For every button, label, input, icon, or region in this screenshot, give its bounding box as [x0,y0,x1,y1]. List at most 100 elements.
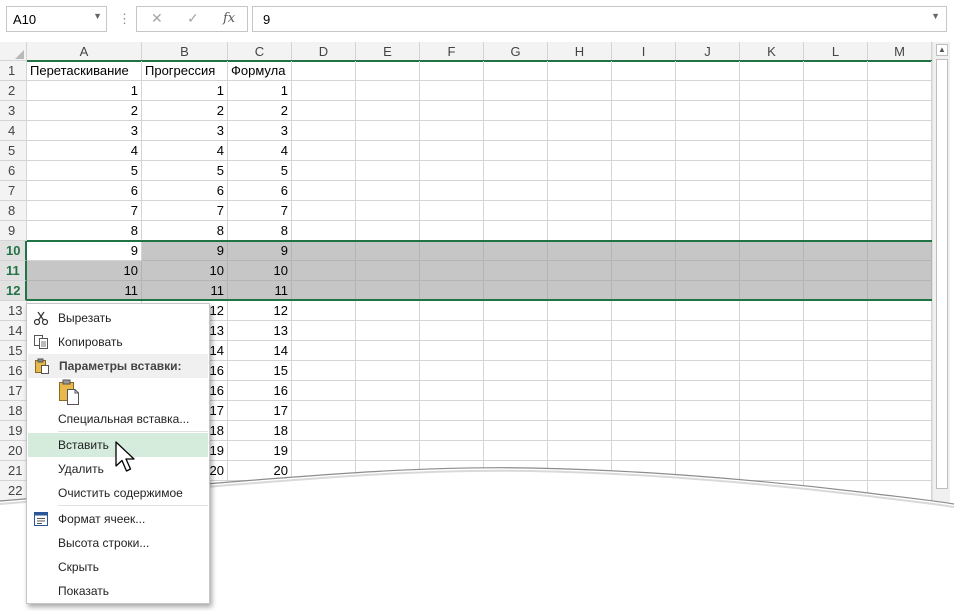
cell-k19[interactable] [740,421,804,441]
cell-j11[interactable] [676,261,740,281]
cell-e9[interactable] [356,221,420,241]
cell-g11[interactable] [484,261,548,281]
column-header-m[interactable]: M [868,42,932,61]
cell-f15[interactable] [420,341,484,361]
cell-m2[interactable] [868,81,932,101]
cell-e20[interactable] [356,441,420,461]
cell-l4[interactable] [804,121,868,141]
cell-h17[interactable] [548,381,612,401]
cell-a1[interactable]: Перетаскивание [27,61,142,81]
cell-d13[interactable] [292,301,356,321]
cell-c16[interactable]: 15 [228,361,292,381]
cell-m19[interactable] [868,421,932,441]
row-header[interactable]: 5 [0,141,27,161]
cell-m13[interactable] [868,301,932,321]
menu-item-delete[interactable]: Удалить [27,457,209,481]
cell-c6[interactable]: 5 [228,161,292,181]
cell-k22[interactable] [740,481,804,501]
cell-m8[interactable] [868,201,932,221]
cell-i20[interactable] [612,441,676,461]
row-header[interactable]: 7 [0,181,27,201]
cell-m3[interactable] [868,101,932,121]
cell-b4[interactable]: 3 [142,121,228,141]
cell-g6[interactable] [484,161,548,181]
cell-l13[interactable] [804,301,868,321]
menu-item-copy[interactable]: Копировать [27,330,209,354]
cell-j13[interactable] [676,301,740,321]
cell-a3[interactable]: 2 [27,101,142,121]
cell-m5[interactable] [868,141,932,161]
column-header-l[interactable]: L [804,42,868,61]
column-header-j[interactable]: J [676,42,740,61]
cell-e21[interactable] [356,461,420,481]
cell-c13[interactable]: 12 [228,301,292,321]
cell-h5[interactable] [548,141,612,161]
cell-e12[interactable] [356,281,420,301]
cell-f7[interactable] [420,181,484,201]
column-header-f[interactable]: F [420,42,484,61]
cell-l15[interactable] [804,341,868,361]
menu-item-hide[interactable]: Скрыть [27,555,209,579]
cell-j20[interactable] [676,441,740,461]
row-header[interactable]: 3 [0,101,27,121]
cell-m14[interactable] [868,321,932,341]
cell-f9[interactable] [420,221,484,241]
cell-j8[interactable] [676,201,740,221]
cell-g10[interactable] [484,241,548,261]
cell-h16[interactable] [548,361,612,381]
cell-i19[interactable] [612,421,676,441]
cell-c8[interactable]: 7 [228,201,292,221]
cell-f1[interactable] [420,61,484,81]
row-header[interactable]: 4 [0,121,27,141]
cell-f17[interactable] [420,381,484,401]
cell-c1[interactable]: Формула [228,61,292,81]
cell-d15[interactable] [292,341,356,361]
cell-j3[interactable] [676,101,740,121]
cell-i22[interactable] [612,481,676,501]
cell-d10[interactable] [292,241,356,261]
cell-e22[interactable] [356,481,420,501]
cell-f4[interactable] [420,121,484,141]
cell-l22[interactable] [804,481,868,501]
cell-g17[interactable] [484,381,548,401]
cell-m7[interactable] [868,181,932,201]
select-all-button[interactable] [0,42,27,61]
cell-i13[interactable] [612,301,676,321]
cell-m15[interactable] [868,341,932,361]
column-header-k[interactable]: K [740,42,804,61]
menu-item-row-height[interactable]: Высота строки... [27,531,209,555]
cell-j14[interactable] [676,321,740,341]
cell-l18[interactable] [804,401,868,421]
cell-c21[interactable]: 20 [228,461,292,481]
cell-k10[interactable] [740,241,804,261]
cell-h3[interactable] [548,101,612,121]
cell-e2[interactable] [356,81,420,101]
cell-h8[interactable] [548,201,612,221]
cell-k7[interactable] [740,181,804,201]
cell-m9[interactable] [868,221,932,241]
expand-formula-icon[interactable]: ▼ [931,11,940,21]
cell-h13[interactable] [548,301,612,321]
row-header[interactable]: 9 [0,221,27,241]
cell-g9[interactable] [484,221,548,241]
cell-h21[interactable] [548,461,612,481]
menu-item-clear-contents[interactable]: Очистить содержимое [27,481,209,505]
cell-j19[interactable] [676,421,740,441]
cell-d7[interactable] [292,181,356,201]
column-header-b[interactable]: B [142,42,228,61]
cell-b5[interactable]: 4 [142,141,228,161]
cell-k13[interactable] [740,301,804,321]
cell-f10[interactable] [420,241,484,261]
cell-k2[interactable] [740,81,804,101]
cell-c14[interactable]: 13 [228,321,292,341]
cell-a7[interactable]: 6 [27,181,142,201]
cell-i4[interactable] [612,121,676,141]
cell-l7[interactable] [804,181,868,201]
cell-m11[interactable] [868,261,932,281]
cell-g16[interactable] [484,361,548,381]
cell-f6[interactable] [420,161,484,181]
cell-d5[interactable] [292,141,356,161]
cell-m16[interactable] [868,361,932,381]
cell-l5[interactable] [804,141,868,161]
cell-b11[interactable]: 10 [142,261,228,281]
